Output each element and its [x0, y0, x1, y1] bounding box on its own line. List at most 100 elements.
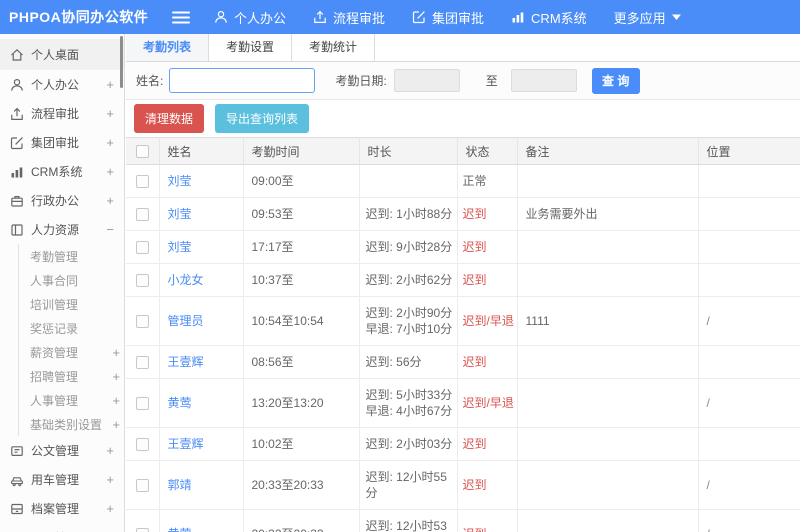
sidebar-item-reward-punishment-records[interactable]: 奖惩记录: [18, 316, 124, 340]
sidebar-item-label: 档案管理: [31, 502, 80, 516]
table-row: 黄莺 13:20至13:20 迟到: 5小时33分 早退: 4小时67分 迟到/早退 /: [126, 378, 800, 428]
query-button[interactable]: 查 询: [591, 67, 640, 94]
menu-toggle-icon[interactable]: [172, 11, 190, 24]
collapse-icon[interactable]: −: [102, 222, 114, 237]
table-row: 刘莹 09:53至 迟到: 1小时88分 迟到 业务需要外出: [126, 197, 800, 231]
date-label: 考勤日期:: [335, 74, 387, 88]
sidebar-item-label: 人事管理: [30, 393, 79, 408]
expand-icon[interactable]: +: [108, 393, 120, 408]
cell-duration: [359, 164, 458, 198]
sidebar-item-hr-contract[interactable]: 人事合同: [18, 268, 124, 292]
table-row: 管理员 10:54至10:54 迟到: 2小时90分 早退: 7小时10分 迟到/早退 1…: [126, 296, 800, 346]
expand-icon[interactable]: +: [102, 106, 114, 121]
employee-name-link[interactable]: 刘莹: [168, 240, 192, 254]
expand-icon[interactable]: +: [102, 193, 114, 208]
tab-attendance-list[interactable]: 考勤列表: [126, 34, 210, 61]
sidebar-item-salary-management[interactable]: 薪资管理 +: [18, 340, 124, 364]
edit-icon: [412, 10, 426, 24]
sidebar-item-label: 基础类别设置: [30, 417, 103, 432]
nav-item-group-approval[interactable]: 集团审批: [412, 8, 484, 27]
sidebar-item-label: 行政办公: [31, 194, 80, 208]
row-checkbox[interactable]: [135, 528, 149, 532]
employee-name-link[interactable]: 郭靖: [168, 478, 192, 492]
sidebar-item-vehicle-management[interactable]: 用车管理 +: [0, 465, 124, 494]
cell-name: 黄莺: [159, 509, 244, 532]
sidebar-item-recruitment-management[interactable]: 招聘管理 +: [18, 364, 124, 388]
cell-note: [517, 263, 699, 297]
row-checkbox[interactable]: [135, 315, 149, 329]
tab-attendance-statistics[interactable]: 考勤统计: [292, 34, 376, 61]
nav-item-label: 更多应用: [613, 10, 666, 26]
employee-name-link[interactable]: 王壹辉: [168, 437, 204, 451]
expand-icon[interactable]: +: [108, 345, 120, 360]
sidebar-item-personnel-management[interactable]: 人事管理 +: [18, 388, 124, 412]
nav-item-more-apps[interactable]: 更多应用: [614, 8, 681, 27]
date-from-input[interactable]: [393, 69, 460, 92]
sidebar-scrollbar[interactable]: [120, 36, 123, 88]
row-checkbox[interactable]: [135, 241, 149, 255]
row-checkbox[interactable]: [135, 356, 149, 370]
cell-time: 08:56至: [243, 345, 360, 379]
clean-data-button[interactable]: 清理数据: [134, 104, 205, 133]
column-header-note: 备注: [517, 137, 699, 165]
cell-status: 迟到: [457, 460, 518, 510]
app-logo[interactable]: PHPOA协同办公软件: [0, 7, 160, 27]
sidebar-item-workflow-approval[interactable]: 流程审批 +: [0, 99, 124, 128]
expand-icon[interactable]: +: [108, 417, 120, 432]
column-header-name: 姓名: [159, 137, 244, 165]
user-icon: [10, 78, 24, 92]
export-list-button[interactable]: 导出查询列表: [215, 104, 310, 133]
cell-time: 20:32至20:32: [243, 509, 360, 532]
employee-name-link[interactable]: 小龙女: [168, 273, 204, 287]
row-checkbox[interactable]: [135, 274, 149, 288]
expand-icon[interactable]: +: [102, 501, 114, 516]
expand-icon[interactable]: +: [102, 164, 114, 179]
cell-checkbox: [126, 263, 160, 297]
cell-name: 刘莹: [159, 197, 244, 231]
employee-name-link[interactable]: 管理员: [168, 314, 204, 328]
employee-name-link[interactable]: 刘莹: [168, 207, 192, 221]
sidebar-item-personal-desktop[interactable]: 个人桌面: [0, 39, 124, 70]
row-checkbox[interactable]: [135, 479, 149, 493]
sidebar-item-training-management[interactable]: 培训管理: [18, 292, 124, 316]
date-to-input[interactable]: [510, 69, 577, 92]
select-all-checkbox[interactable]: [135, 145, 149, 159]
tab-attendance-settings[interactable]: 考勤设置: [209, 34, 293, 61]
cell-duration: 迟到: 12小时55分: [359, 460, 458, 510]
nav-item-workflow-approval[interactable]: 流程审批: [313, 8, 385, 27]
cell-checkbox: [126, 345, 160, 379]
sidebar-item-label: 培训管理: [30, 297, 79, 312]
nav-item-personal-office[interactable]: 个人办公: [214, 8, 286, 27]
employee-name-link[interactable]: 黄莺: [168, 527, 192, 532]
expand-icon[interactable]: +: [102, 135, 114, 150]
name-input[interactable]: [169, 68, 316, 93]
sidebar-item-basic-category-settings[interactable]: 基础类别设置 +: [18, 412, 124, 436]
sidebar-item-document-management[interactable]: 公文管理 +: [0, 436, 124, 465]
sidebar-item-human-resources[interactable]: 人力资源 −: [0, 215, 124, 244]
sidebar-item-attendance-management[interactable]: 考勤管理: [18, 244, 124, 268]
sidebar-item-personal-office[interactable]: 个人办公 +: [0, 70, 124, 99]
expand-icon[interactable]: +: [108, 369, 120, 384]
row-checkbox[interactable]: [135, 175, 149, 189]
sidebar-item-archive-management[interactable]: 档案管理 +: [0, 494, 124, 523]
chart-icon: [10, 165, 24, 179]
cell-location: [698, 263, 800, 297]
row-checkbox[interactable]: [135, 397, 149, 411]
row-checkbox[interactable]: [135, 438, 149, 452]
employee-name-link[interactable]: 刘莹: [168, 174, 192, 188]
expand-icon[interactable]: +: [102, 472, 114, 487]
cell-duration: 迟到: 2小时90分 早退: 7小时10分: [359, 296, 458, 346]
sidebar-item-project-management[interactable]: 项目管理+: [0, 523, 124, 532]
row-checkbox[interactable]: [135, 208, 149, 222]
employee-name-link[interactable]: 黄莺: [168, 396, 192, 410]
employee-name-link[interactable]: 王壹辉: [168, 355, 204, 369]
cell-name: 刘莹: [159, 230, 244, 264]
cell-location: /: [698, 509, 800, 532]
expand-icon[interactable]: +: [102, 77, 114, 92]
nav-item-crm-system[interactable]: CRM系统: [511, 8, 587, 27]
expand-icon[interactable]: +: [102, 443, 114, 458]
sidebar-item-crm-system[interactable]: CRM系统 +: [0, 157, 124, 186]
sidebar-item-group-approval[interactable]: 集团审批 +: [0, 128, 124, 157]
sidebar-item-admin-office[interactable]: 行政办公 +: [0, 186, 124, 215]
sidebar-item-label: 奖惩记录: [30, 321, 79, 336]
